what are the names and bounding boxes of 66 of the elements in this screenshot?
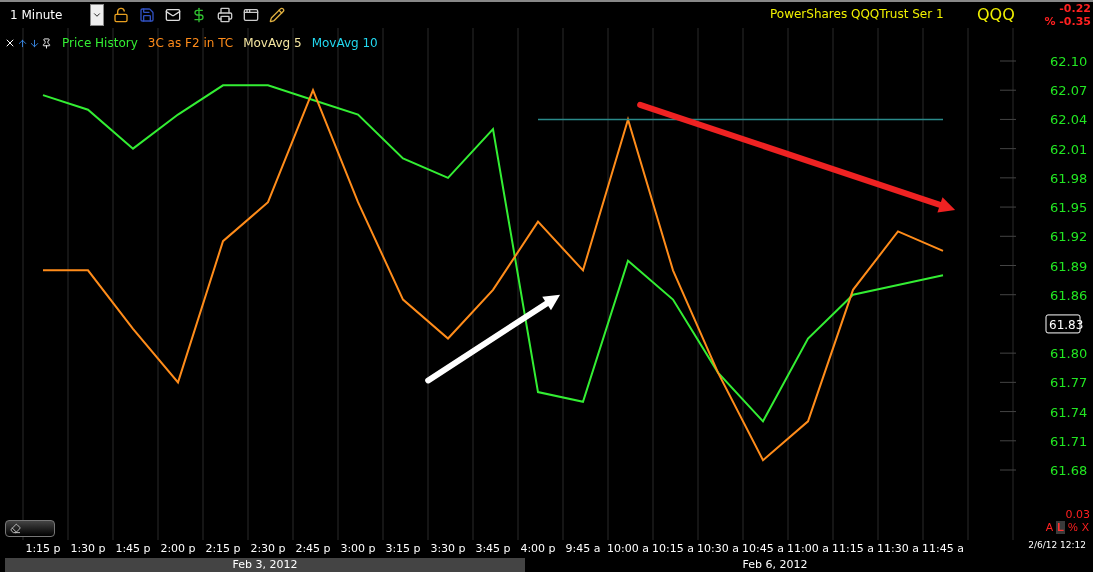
axis-label: 61.98 — [1050, 170, 1088, 186]
time-label: 10:30 a — [697, 542, 739, 555]
date-label: Feb 6, 2012 — [741, 558, 809, 572]
time-label: 10:45 a — [742, 542, 784, 555]
legend-label: MovAvg 10 — [311, 36, 378, 50]
time-label: 11:30 a — [877, 542, 919, 555]
time-label: 11:15 a — [832, 542, 874, 555]
brush-button[interactable] — [5, 520, 55, 537]
arrow-down-icon[interactable] — [29, 37, 40, 49]
last-price-tag: 61.83 — [1045, 314, 1084, 334]
price-change: -0.22 — [1059, 2, 1091, 15]
time-label: 3:15 p — [385, 542, 421, 555]
axis-label: 62.07 — [1050, 83, 1088, 99]
axis-label: 61.77 — [1050, 375, 1088, 391]
corner-value: 0.03 — [1065, 508, 1090, 521]
time-label: 2:15 p — [205, 542, 241, 555]
time-label: 4:00 p — [520, 542, 556, 555]
axis-label: 61.74 — [1050, 404, 1088, 420]
percent-change: % -0.35 — [1044, 15, 1091, 28]
pin-icon[interactable] — [41, 37, 52, 49]
eraser-icon — [10, 523, 21, 534]
close-icon[interactable] — [4, 37, 16, 49]
axis-label: 61.92 — [1050, 229, 1088, 245]
scale-toggle[interactable]: L — [1056, 521, 1065, 534]
unlocked-lock-icon[interactable] — [112, 7, 130, 23]
time-label: 3:45 p — [475, 542, 511, 555]
window-icon[interactable] — [242, 7, 260, 23]
time-label: 10:00 a — [607, 542, 649, 555]
time-label: 9:45 a — [565, 542, 601, 555]
time-label: 11:00 a — [787, 542, 829, 555]
axis-label: 62.10 — [1050, 54, 1088, 69]
caret-icon — [92, 10, 102, 20]
time-label: 1:15 p — [25, 542, 61, 555]
axis-label: 61.86 — [1050, 287, 1088, 303]
save-icon[interactable] — [138, 7, 156, 23]
dropdown-button[interactable] — [90, 4, 104, 26]
legend-label: MovAvg 5 — [243, 36, 302, 50]
axis-label: 61.95 — [1050, 200, 1088, 216]
timestamp: 2/6/12 12:12 — [1028, 540, 1086, 550]
time-label: 1:30 p — [70, 542, 106, 555]
time-label: 3:00 p — [340, 542, 376, 555]
time-label: 2:30 p — [250, 542, 286, 555]
axis-label: 61.71 — [1050, 433, 1088, 449]
ticker-symbol: QQQ — [977, 5, 1015, 24]
axis-label: 62.04 — [1050, 112, 1088, 128]
time-label: 2:00 p — [160, 542, 196, 555]
time-label: 3:30 p — [430, 542, 466, 555]
axis-label: 61.89 — [1050, 258, 1088, 274]
time-label: 11:45 a — [922, 542, 964, 555]
legend-label: Price History — [62, 36, 138, 50]
axis-label: 61.80 — [1050, 346, 1088, 362]
scale-toggle[interactable]: % — [1066, 521, 1079, 534]
security-name: PowerShares QQQTrust Ser 1 — [770, 7, 944, 21]
time-label: 2:45 p — [295, 542, 331, 555]
legend-label: 3C as F2 in TC — [147, 36, 234, 50]
mail-icon[interactable] — [164, 7, 182, 23]
date-label: Feb 3, 2012 — [5, 558, 525, 572]
scale-toggle[interactable]: X — [1080, 521, 1090, 534]
time-label: 10:15 a — [652, 542, 694, 555]
axis-label: 62.01 — [1050, 141, 1088, 157]
arrow-up-icon[interactable] — [17, 37, 28, 49]
time-label: 1:45 p — [115, 542, 151, 555]
print-icon[interactable] — [216, 7, 234, 23]
pencil-icon[interactable] — [268, 7, 286, 23]
scale-toggle[interactable]: A — [1044, 521, 1055, 534]
axis-label: 61.68 — [1050, 463, 1088, 478]
